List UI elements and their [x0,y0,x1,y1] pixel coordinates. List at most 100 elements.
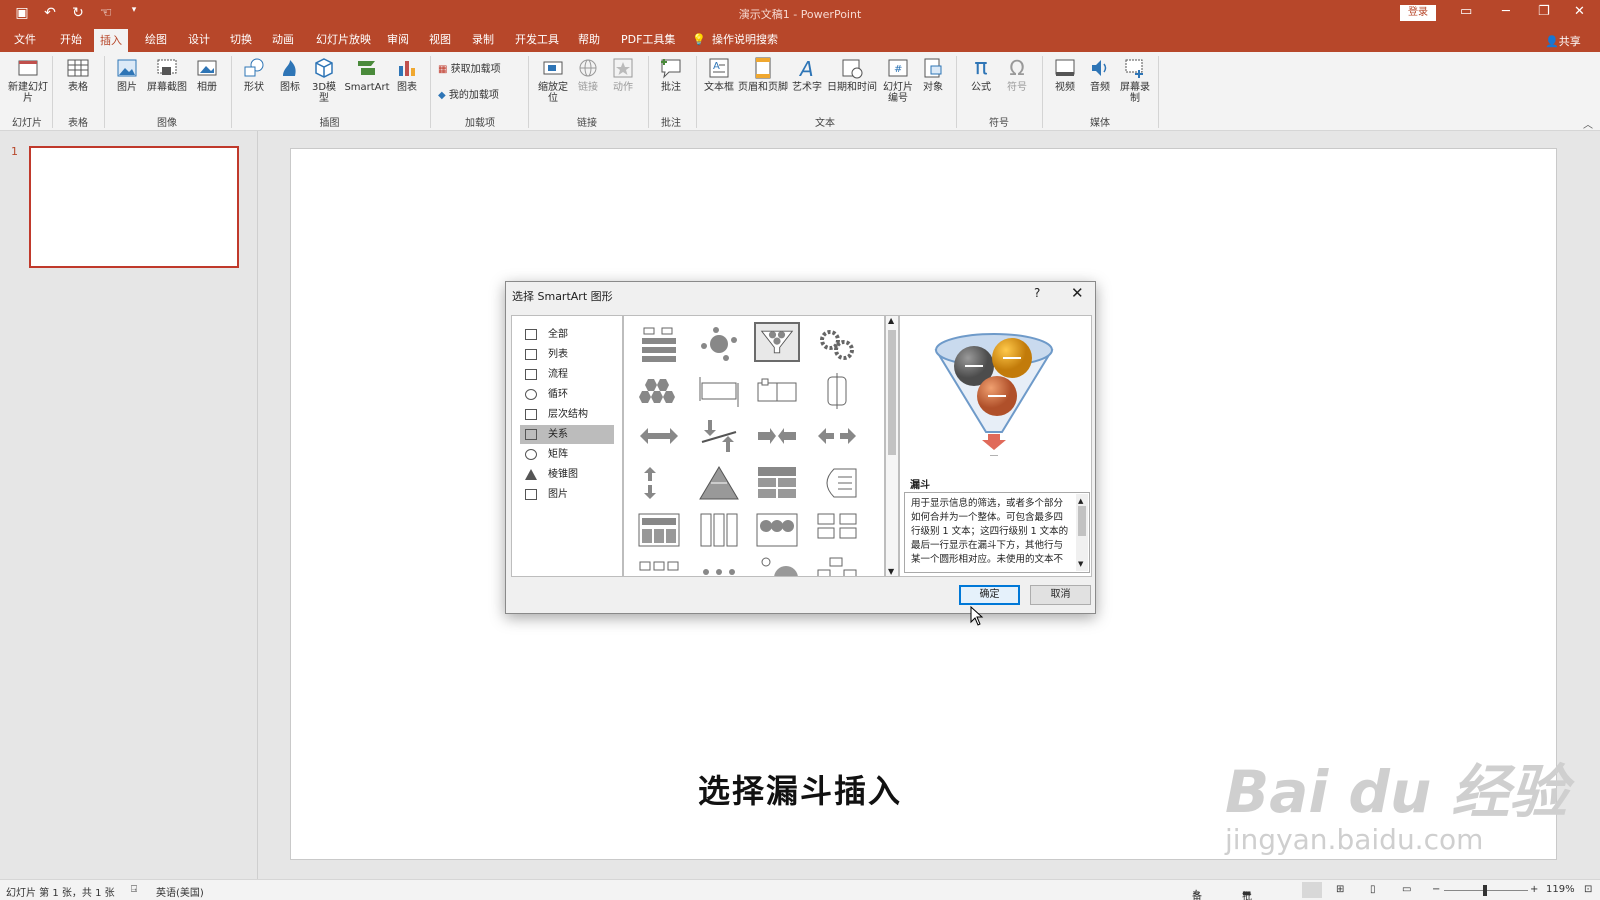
layout-thumbnail[interactable] [696,416,742,456]
layout-thumbnail[interactable] [696,556,742,577]
layout-thumbnail[interactable] [814,324,860,364]
shapes-button[interactable]: 形状 [237,56,271,93]
zoom-level[interactable]: 119% [1546,884,1575,895]
picture-button[interactable]: 图片 [110,56,144,93]
tab-animations[interactable]: 动画 [266,27,300,52]
zoom-slider-thumb[interactable] [1483,885,1487,896]
album-button[interactable]: 相册 [190,56,224,93]
layout-thumbnail[interactable] [636,463,682,503]
funnel-layout-thumbnail[interactable] [754,322,800,362]
layout-thumbnail[interactable] [754,556,800,577]
share-button[interactable]: 👤共享 [1545,33,1581,49]
new-slide-button[interactable]: 新建幻灯片 [6,56,50,104]
action-button[interactable]: 动作 [606,56,640,93]
minimize-icon[interactable]: ─ [1502,4,1510,19]
smartart-button[interactable]: SmartArt [343,56,391,93]
tab-view[interactable]: 视图 [423,27,457,52]
equation-button[interactable]: π 公式 [964,56,998,94]
help-icon[interactable]: ? [1034,286,1040,300]
tab-design[interactable]: 设计 [182,27,216,52]
category-pyramid[interactable]: 棱锥图 [520,465,614,484]
scroll-down-icon[interactable]: ▼ [888,567,894,576]
cancel-button[interactable]: 取消 [1030,585,1091,605]
symbol-button[interactable]: Ω 符号 [1000,56,1034,93]
spellcheck-icon[interactable]: ⍈ [131,884,137,895]
collapse-ribbon-icon[interactable]: ︿ [1583,116,1593,131]
tab-review[interactable]: 审阅 [381,27,415,52]
fit-slide-icon[interactable]: ⊡ [1584,884,1592,895]
screen-recording-button[interactable]: 屏幕录制 [1118,56,1152,104]
object-button[interactable]: 对象 [918,56,948,93]
layout-thumbnail[interactable] [754,371,800,411]
category-all[interactable]: 全部 [520,325,614,344]
audio-button[interactable]: 音频 [1083,56,1117,93]
slideshow-icon[interactable]: ▭ [1402,884,1411,895]
tab-record[interactable]: 录制 [466,27,500,52]
screenshot-button[interactable]: 屏幕截图 [145,56,189,93]
zoom-in-icon[interactable]: + [1530,884,1538,895]
restore-icon[interactable]: ❐ [1538,4,1550,19]
textbox-button[interactable]: A 文本框 [702,56,736,93]
layout-thumbnail[interactable] [814,510,860,550]
ribbon-display-icon[interactable]: ▭ [1460,4,1472,19]
reading-view-icon[interactable]: ▯ [1370,884,1376,895]
layout-thumbnail[interactable] [636,371,682,411]
close-window-icon[interactable]: ✕ [1574,4,1585,19]
category-process[interactable]: 流程 [520,365,614,384]
login-button[interactable]: 登录 [1400,5,1436,21]
tab-developer[interactable]: 开发工具 [509,27,565,52]
layout-thumbnail[interactable] [814,371,860,411]
normal-view-icon[interactable] [1302,882,1322,898]
layout-thumbnail[interactable] [696,510,742,550]
layout-thumbnail[interactable] [696,463,742,503]
icons-button[interactable]: 图标 [273,56,307,93]
category-cycle[interactable]: 循环 [520,385,614,404]
header-footer-button[interactable]: 页眉和页脚 [737,56,789,93]
tab-help[interactable]: 帮助 [572,27,606,52]
layout-thumbnail[interactable] [636,510,682,550]
scroll-thumb[interactable] [888,330,896,455]
get-addins-button[interactable]: ▦ 获取加载项 [438,64,518,75]
layout-thumbnail[interactable] [754,463,800,503]
3d-model-button[interactable]: 3D模型 [307,56,341,104]
layout-thumbnail[interactable] [754,510,800,550]
zoom-out-icon[interactable]: − [1432,884,1440,895]
description-scrollbar[interactable]: ▲ ▼ [1076,494,1088,571]
layout-thumbnail[interactable] [636,556,682,577]
category-picture[interactable]: 图片 [520,485,614,504]
layout-thumbnail[interactable] [754,416,800,456]
tab-transitions[interactable]: 切换 [224,27,258,52]
tab-file[interactable]: 文件 [8,27,42,52]
slide-thumbnail[interactable] [29,146,239,268]
tab-home[interactable]: 开始 [54,27,88,52]
layout-thumbnail[interactable] [636,416,682,456]
language-indicator[interactable]: 英语(美国) [156,884,204,899]
my-addins-button[interactable]: ◆ 我的加载项 [438,90,522,101]
layout-thumbnail[interactable] [814,463,860,503]
datetime-button[interactable]: 日期和时间 [826,56,878,93]
category-list-item[interactable]: 列表 [520,345,614,364]
layout-thumbnail[interactable] [814,416,860,456]
zoom-button[interactable]: 缩放定位 [534,56,572,104]
video-button[interactable]: 视频 [1048,56,1082,93]
category-matrix[interactable]: 矩阵 [520,445,614,464]
tab-slideshow[interactable]: 幻灯片放映 [310,27,377,52]
tab-pdf-tools[interactable]: PDF工具集 [615,27,681,52]
category-hierarchy[interactable]: 层次结构 [520,405,614,424]
layout-thumbnail[interactable] [696,371,742,411]
scroll-up-icon[interactable]: ▲ [888,316,894,325]
comment-button[interactable]: 批注 [654,56,688,93]
chart-button[interactable]: 图表 [392,56,422,93]
tell-me-search[interactable]: 操作说明搜索 [706,27,784,52]
table-button[interactable]: 表格 [58,56,98,93]
layout-thumbnail[interactable] [814,556,860,577]
category-relationship[interactable]: 关系 [520,425,614,444]
wordart-button[interactable]: A 艺术字 [790,56,824,93]
close-icon[interactable]: ✕ [1071,284,1084,302]
layout-thumbnail[interactable] [696,324,742,364]
gallery-scrollbar[interactable]: ▲ ▼ [885,315,899,577]
slide-number-button[interactable]: # 幻灯片编号 [880,56,916,104]
ok-button[interactable]: 确定 [959,585,1020,605]
slide-sorter-icon[interactable]: ⊞ [1336,884,1344,895]
tab-insert[interactable]: 插入 [94,29,128,52]
